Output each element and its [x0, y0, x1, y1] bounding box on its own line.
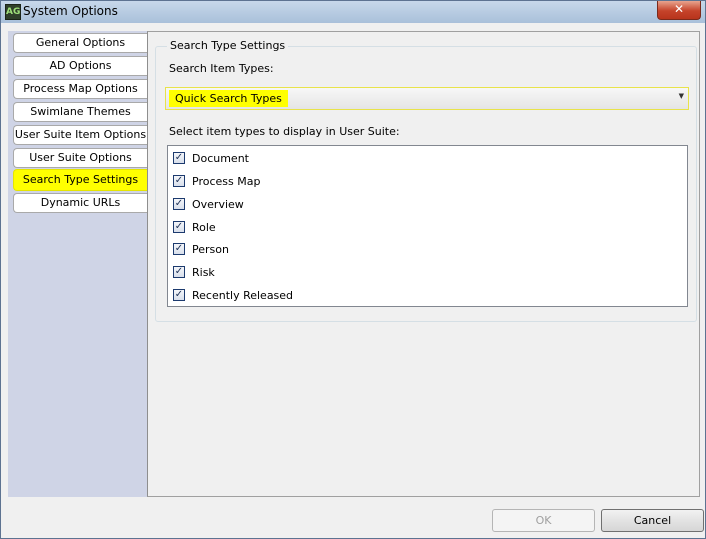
search-item-types-label: Search Item Types: — [169, 62, 274, 75]
group-title: Search Type Settings — [167, 39, 289, 52]
dropdown-selected-value: Quick Search Types — [169, 90, 288, 107]
checkbox-checked-icon[interactable]: ✓ — [173, 266, 185, 278]
tab-user-suite-item-options[interactable]: User Suite Item Options — [13, 125, 147, 145]
chevron-down-icon[interactable]: ▼ — [679, 92, 684, 100]
ok-button[interactable]: OK — [492, 509, 595, 532]
title-bar[interactable]: AG System Options ✕ — [1, 1, 705, 23]
system-options-dialog: AG System Options ✕ General Options AD O… — [0, 0, 706, 539]
tab-general-options[interactable]: General Options — [13, 33, 147, 53]
close-button[interactable]: ✕ — [657, 1, 701, 20]
list-item-label: Document — [192, 152, 249, 165]
checkbox-checked-icon[interactable]: ✓ — [173, 221, 185, 233]
tab-ad-options[interactable]: AD Options — [13, 56, 147, 76]
tab-process-map-options[interactable]: Process Map Options — [13, 79, 147, 99]
list-item-label: Recently Released — [192, 289, 294, 302]
window-title: System Options — [23, 4, 118, 18]
checkbox-checked-icon[interactable]: ✓ — [173, 175, 185, 187]
checkbox-checked-icon[interactable]: ✓ — [173, 152, 185, 164]
checkbox-checked-icon[interactable]: ✓ — [173, 243, 185, 255]
list-item-label: Person — [192, 243, 229, 256]
dialog-footer: OK Cancel — [1, 497, 705, 538]
list-item-label: Role — [192, 221, 216, 234]
tab-dynamic-urls[interactable]: Dynamic URLs — [13, 193, 147, 213]
item-types-checklist: ✓ Document ✓ Process Map ✓ Overview ✓ Ro… — [167, 145, 688, 307]
display-item-types-label: Select item types to display in User Sui… — [169, 125, 400, 138]
list-item-label: Risk — [192, 266, 215, 279]
cancel-button[interactable]: Cancel — [601, 509, 704, 532]
search-type-settings-group: Search Type Settings Search Item Types: … — [155, 39, 697, 322]
list-item-label: Process Map — [192, 175, 261, 188]
tab-user-suite-options[interactable]: User Suite Options — [13, 148, 147, 168]
close-icon: ✕ — [673, 2, 685, 16]
search-item-types-dropdown[interactable]: Quick Search Types ▼ — [165, 87, 689, 110]
tab-search-type-settings[interactable]: Search Type Settings — [13, 169, 147, 191]
checkbox-checked-icon[interactable]: ✓ — [173, 289, 185, 301]
tab-panel-search-type-settings: Search Type Settings Search Item Types: … — [147, 31, 700, 497]
tab-strip: General Options AD Options Process Map O… — [8, 31, 147, 497]
dialog-client-area: General Options AD Options Process Map O… — [8, 31, 700, 497]
checkbox-checked-icon[interactable]: ✓ — [173, 198, 185, 210]
list-item-label: Overview — [192, 198, 244, 211]
tab-swimlane-themes[interactable]: Swimlane Themes — [13, 102, 147, 122]
app-icon: AG — [5, 4, 21, 20]
